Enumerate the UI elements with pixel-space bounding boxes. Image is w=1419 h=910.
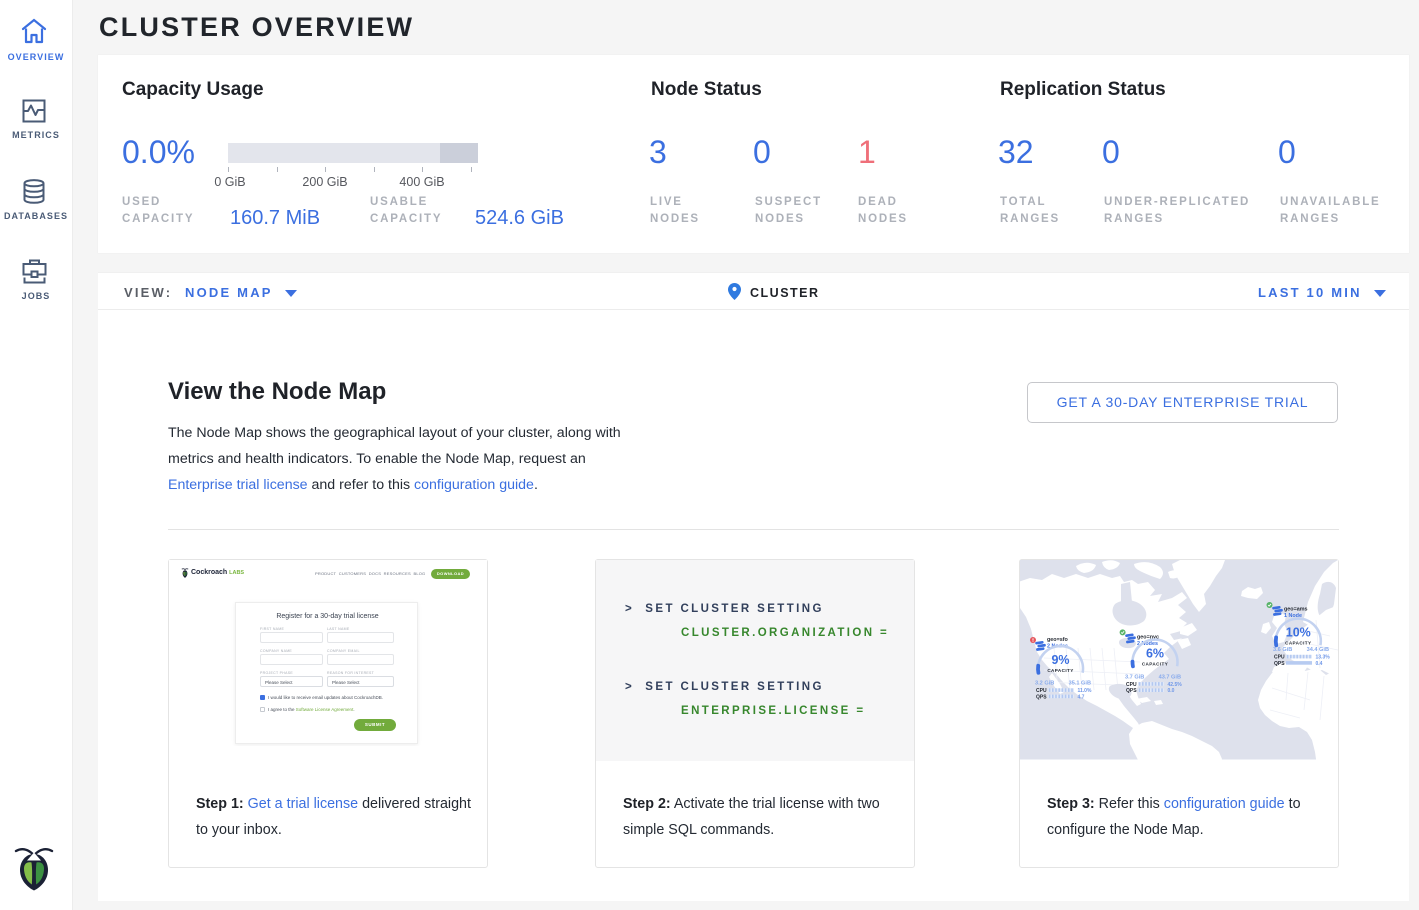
- svg-text:CPU: CPU: [1036, 688, 1047, 694]
- svg-text:4.7: 4.7: [1078, 694, 1085, 700]
- svg-text:42.5%: 42.5%: [1168, 682, 1183, 688]
- svg-text:0.0: 0.0: [1168, 688, 1175, 694]
- svg-text:QPS: QPS: [1036, 694, 1047, 700]
- svg-text:QPS: QPS: [1126, 688, 1137, 694]
- svg-text:CPU: CPU: [1274, 655, 1285, 661]
- svg-text:CAPACITY: CAPACITY: [1047, 668, 1073, 673]
- svg-text:geo=sfo: geo=sfo: [1047, 637, 1069, 643]
- svg-text:0.4: 0.4: [1316, 661, 1323, 667]
- svg-text:QPS: QPS: [1274, 661, 1285, 667]
- svg-text:13.3%: 13.3%: [1316, 655, 1331, 661]
- svg-text:CAPACITY: CAPACITY: [1285, 641, 1311, 646]
- svg-text:3.6 GiB: 3.6 GiB: [1273, 647, 1292, 653]
- svg-text:34.4 GiB: 34.4 GiB: [1307, 647, 1329, 653]
- svg-text:CPU: CPU: [1126, 682, 1137, 688]
- svg-text:6%: 6%: [1146, 647, 1164, 661]
- svg-text:CAPACITY: CAPACITY: [1142, 662, 1168, 667]
- svg-text:geo=ams: geo=ams: [1284, 607, 1308, 613]
- svg-text:9%: 9%: [1051, 653, 1069, 667]
- svg-text:11.0%: 11.0%: [1078, 688, 1092, 694]
- svg-text:3.7 GiB: 3.7 GiB: [1125, 674, 1144, 680]
- svg-text:35.1 GiB: 35.1 GiB: [1069, 681, 1091, 687]
- svg-text:43.7 GiB: 43.7 GiB: [1159, 674, 1181, 680]
- svg-text:10%: 10%: [1286, 626, 1311, 640]
- svg-text:3.2 GiB: 3.2 GiB: [1035, 681, 1054, 687]
